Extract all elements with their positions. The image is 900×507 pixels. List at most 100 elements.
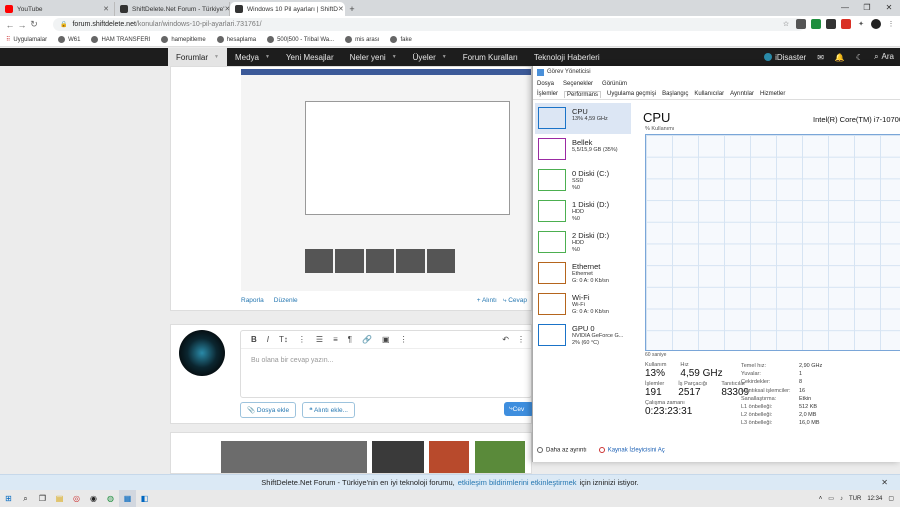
- tab-windows-pil[interactable]: Windows 10 Pil ayarları | ShiftD ✕: [230, 2, 345, 16]
- network-icon[interactable]: ▭: [828, 495, 834, 502]
- resource-memory[interactable]: Bellek 5,5/15,9 GB (35%): [535, 134, 631, 165]
- nav-whats-new[interactable]: Neler yeni ▼: [342, 48, 405, 66]
- tab-users[interactable]: Kullanıcılar: [694, 91, 724, 97]
- cpu-usage-graph: [645, 134, 900, 351]
- tab-youtube[interactable]: YouTube ✕: [0, 2, 115, 16]
- bookmark-apps[interactable]: ⠿ Uygulamalar: [6, 36, 47, 44]
- resource-disk-0[interactable]: 0 Diski (C:) SSD %0: [535, 165, 631, 196]
- chrome-icon[interactable]: ◍: [102, 490, 119, 507]
- profile-icon[interactable]: [871, 19, 881, 29]
- list-icon[interactable]: ☰: [316, 335, 323, 344]
- close-tab-icon[interactable]: ✕: [338, 5, 344, 13]
- resource-gpu[interactable]: GPU 0 NVIDIA GeForce G... 2% (60 °C): [535, 320, 631, 351]
- mail-icon[interactable]: ✉: [817, 53, 824, 62]
- post-reply-button[interactable]: ⤷ Cev: [504, 402, 534, 416]
- image-icon[interactable]: ▣: [382, 335, 390, 344]
- extension-icon[interactable]: [841, 19, 851, 29]
- tab-performance[interactable]: Performans: [564, 90, 602, 98]
- app-icon[interactable]: ◧: [136, 490, 153, 507]
- extension-icon[interactable]: [811, 19, 821, 29]
- bookmark-item[interactable]: hamepitleme: [161, 36, 206, 43]
- steam-icon[interactable]: ◉: [85, 490, 102, 507]
- extension-icon[interactable]: [796, 19, 806, 29]
- resource-wifi[interactable]: Wi-Fi Wi-Fi G: 0 A: 0 Kb/sn: [535, 289, 631, 320]
- quote-link[interactable]: + Alıntı: [477, 297, 497, 305]
- tab-shiftdelete-forum[interactable]: ShiftDelete.Net Forum - Türkiye' ✕: [115, 2, 230, 16]
- resource-disk-1[interactable]: 1 Diski (D:) HDD %0: [535, 196, 631, 227]
- reply-link[interactable]: ⤷ Cevap: [503, 297, 527, 305]
- more-icon[interactable]: ⋮: [517, 335, 525, 344]
- nav-media[interactable]: Medya ▼: [227, 48, 278, 66]
- clock[interactable]: 12:34: [867, 496, 882, 502]
- resource-monitor-link[interactable]: Kaynak İzleyicisini Aç: [598, 447, 665, 454]
- minimize-icon[interactable]: —: [834, 0, 856, 14]
- menu-file[interactable]: Dosya: [537, 81, 554, 87]
- attach-file-button[interactable]: 📎 Dosya ekle: [240, 402, 297, 418]
- report-link[interactable]: Raporla: [241, 297, 264, 304]
- back-icon[interactable]: ←: [4, 20, 16, 30]
- volume-icon[interactable]: ♪: [840, 496, 843, 502]
- close-tab-icon[interactable]: ✕: [103, 5, 109, 13]
- file-explorer-icon[interactable]: ▤: [51, 490, 68, 507]
- bookmark-item[interactable]: 500|500 - Tribal Wa...: [267, 36, 334, 43]
- url-field[interactable]: 🔒 forum.shiftdelete.net /konular/windows…: [53, 18, 805, 31]
- tab-app-history[interactable]: Uygulama geçmişi: [607, 91, 656, 97]
- bold-icon[interactable]: B: [251, 335, 257, 344]
- chevron-up-icon[interactable]: ˄: [819, 496, 823, 502]
- reload-icon[interactable]: ↻: [28, 19, 40, 30]
- search-button[interactable]: ⌕ Ara: [874, 52, 900, 62]
- forward-icon[interactable]: →: [16, 20, 28, 30]
- nav-new-posts[interactable]: Yeni Mesajlar: [278, 48, 342, 66]
- more-icon[interactable]: ⋮: [400, 335, 408, 344]
- menu-options[interactable]: Seçenekler: [563, 81, 593, 87]
- nav-tech-news[interactable]: Teknoloji Haberleri: [526, 48, 608, 66]
- enable-notifications-link[interactable]: etkileşim bildirimlerini etkinleştirmek: [458, 478, 577, 487]
- resource-ethernet[interactable]: Ethernet Ethernet G: 0 A: 0 Kb/sn: [535, 258, 631, 289]
- text-size-icon[interactable]: T↕: [279, 335, 288, 344]
- align-icon[interactable]: ≡: [333, 335, 338, 344]
- extension-icon[interactable]: [826, 19, 836, 29]
- moon-icon[interactable]: ☾: [856, 53, 863, 62]
- undo-icon[interactable]: ↶: [502, 335, 509, 344]
- fewer-details-link[interactable]: Daha az ayrıntı: [537, 447, 587, 454]
- paragraph-icon[interactable]: ¶: [348, 335, 352, 344]
- insert-quote-button[interactable]: ❝ Alıntı ekle...: [302, 402, 355, 418]
- resource-disk-2[interactable]: 2 Diski (D:) HDD %0: [535, 227, 631, 258]
- close-window-icon[interactable]: ✕: [878, 0, 900, 14]
- link-icon[interactable]: 🔗: [362, 335, 372, 344]
- notifications-icon[interactable]: ▢: [888, 495, 894, 502]
- italic-icon[interactable]: I: [267, 335, 269, 344]
- tab-startup[interactable]: Başlangıç: [662, 91, 688, 97]
- reply-editor[interactable]: B I T↕ ⋮ ☰ ≡ ¶ 🔗 ▣ ⋮ ↶ ⋮ Bu olana bir ce…: [240, 330, 532, 398]
- resource-cpu[interactable]: CPU 13% 4,59 GHz: [535, 103, 631, 134]
- more-icon[interactable]: ⋮: [298, 335, 306, 344]
- menu-view[interactable]: Görünüm: [602, 81, 627, 87]
- star-icon[interactable]: ☆: [781, 19, 791, 29]
- tab-details[interactable]: Ayrıntılar: [730, 91, 754, 97]
- user-menu[interactable]: iDisaster: [764, 53, 806, 62]
- menu-icon[interactable]: ⋮: [886, 19, 896, 29]
- language-indicator[interactable]: TUR: [849, 496, 861, 502]
- tab-processes[interactable]: İşlemler: [537, 91, 558, 97]
- bell-icon[interactable]: 🔔: [835, 53, 845, 62]
- search-icon[interactable]: ⌕: [17, 490, 34, 507]
- puzzle-icon[interactable]: ✦: [856, 19, 866, 29]
- new-tab-button[interactable]: +: [345, 2, 359, 16]
- nav-rules[interactable]: Forum Kuralları: [455, 48, 526, 66]
- nav-forums[interactable]: Forumlar ▼: [168, 48, 227, 66]
- bookmark-item[interactable]: mis arası: [345, 36, 379, 43]
- editor-right-tools: ↶ ⋮: [502, 335, 525, 344]
- tab-services[interactable]: Hizmetler: [760, 91, 785, 97]
- maximize-icon[interactable]: ❐: [856, 0, 878, 14]
- edit-link[interactable]: Düzenle: [274, 297, 298, 304]
- nav-members[interactable]: Üyeler ▼: [405, 48, 455, 66]
- bookmark-item[interactable]: hesaplama: [216, 36, 256, 43]
- windows-start-icon[interactable]: ⊞: [0, 490, 17, 507]
- bookmark-item[interactable]: HAM TRANSFERI: [91, 36, 150, 43]
- task-view-icon[interactable]: ❐: [34, 490, 51, 507]
- close-icon[interactable]: ✕: [881, 478, 888, 487]
- app-icon[interactable]: ◎: [68, 490, 85, 507]
- bookmark-item[interactable]: W61: [58, 36, 80, 43]
- bookmark-item[interactable]: fake: [390, 36, 412, 43]
- task-manager-taskbar-icon[interactable]: ▦: [119, 490, 136, 507]
